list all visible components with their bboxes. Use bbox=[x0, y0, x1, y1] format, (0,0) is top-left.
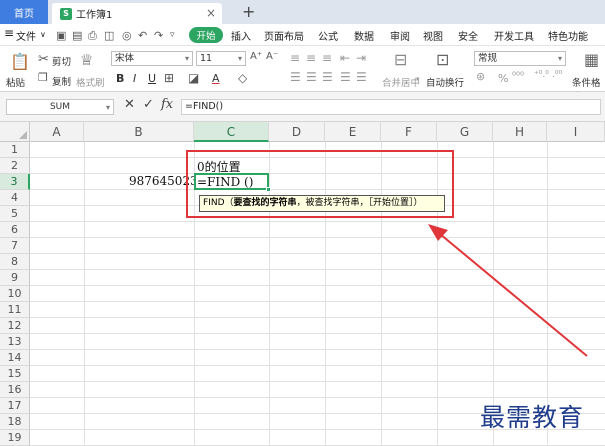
merge-center-button[interactable]: 合并居中 bbox=[382, 75, 420, 89]
number-format-select[interactable]: 常规 ▾ bbox=[474, 51, 566, 66]
chevron-down-icon: ▾ bbox=[184, 54, 189, 63]
thousands-separator-icon[interactable]: ⁰⁰⁰ bbox=[512, 71, 524, 82]
increase-font-icon[interactable]: A⁺ bbox=[250, 51, 262, 62]
undo-icon[interactable]: ↶ bbox=[138, 29, 147, 42]
conditional-format-icon[interactable]: ▦ bbox=[584, 50, 599, 69]
watermark: 最需教育 bbox=[480, 403, 585, 432]
border-icon[interactable]: ⊞ bbox=[164, 71, 174, 85]
chevron-down-icon[interactable]: ▾ bbox=[416, 75, 420, 83]
cut-button[interactable]: 剪切 bbox=[52, 54, 71, 68]
justify-icon[interactable]: ☰ bbox=[340, 70, 351, 84]
tab-home[interactable]: 首页 bbox=[0, 0, 48, 24]
chevron-down-icon[interactable]: ∨ bbox=[40, 30, 46, 39]
merge-cells-icon[interactable]: ⊟ bbox=[394, 50, 407, 69]
percent-button[interactable]: % bbox=[498, 72, 508, 85]
menu-special[interactable]: 特色功能 bbox=[548, 28, 588, 43]
fill-color-icon[interactable]: ◪ bbox=[188, 71, 199, 85]
title-bar: 首页 S 工作簿1 × + bbox=[0, 0, 605, 24]
find-icon[interactable]: ◎ bbox=[122, 29, 132, 42]
cancel-icon[interactable]: ✕ bbox=[124, 97, 135, 112]
formula-input[interactable]: =FIND() bbox=[181, 99, 601, 115]
formula-bar: SUM ▾ ✕ ✓ fx =FIND() bbox=[0, 92, 605, 122]
chevron-down-icon: ▾ bbox=[557, 54, 562, 63]
hamburger-icon[interactable]: ≡ bbox=[4, 26, 14, 40]
number-format-value: 常规 bbox=[478, 53, 498, 64]
chevron-down-icon: ▾ bbox=[237, 54, 242, 63]
close-icon[interactable]: × bbox=[206, 6, 216, 20]
wrap-text-button[interactable]: 自动换行 bbox=[426, 75, 464, 89]
more-icon[interactable]: ▿ bbox=[170, 30, 175, 40]
name-box[interactable]: SUM ▾ bbox=[6, 99, 114, 115]
paste-button[interactable]: 粘贴 bbox=[6, 75, 25, 89]
print-icon[interactable]: ⎙ bbox=[88, 29, 97, 43]
menu-insert[interactable]: 插入 bbox=[231, 28, 251, 43]
indent-decrease-icon[interactable]: ⇤ bbox=[340, 51, 350, 65]
font-size-value: 11 bbox=[200, 53, 213, 64]
tab-workbook[interactable]: S 工作簿1 × bbox=[52, 3, 222, 24]
menu-data[interactable]: 数据 bbox=[354, 28, 374, 43]
confirm-icon[interactable]: ✓ bbox=[143, 97, 154, 112]
align-right-icon[interactable]: ☰ bbox=[322, 70, 333, 84]
eraser-icon[interactable]: ◇ bbox=[238, 71, 247, 85]
ribbon-toolbar: 📋 粘贴 ✂ 剪切 ❐ 复制 ♕ 格式刷 宋体 ▾ 11 ▾ A⁺ A⁻ B I… bbox=[0, 46, 605, 103]
save-icon[interactable]: ▣ bbox=[56, 29, 66, 42]
menu-bar: ≡ 文件 ∨ ▣ ▤ ⎙ ◫ ◎ ↶ ↷ ▿ 开始 插入 页面布局 公式 数据 … bbox=[0, 24, 605, 46]
font-size-select[interactable]: 11 ▾ bbox=[196, 51, 246, 66]
scissors-icon[interactable]: ✂ bbox=[38, 52, 49, 67]
decrease-font-icon[interactable]: A⁻ bbox=[266, 51, 278, 62]
increase-decimal-icon[interactable]: ⁺⁰.⁰ bbox=[534, 70, 549, 80]
insert-function-icon[interactable]: fx bbox=[161, 97, 173, 112]
align-top-icon[interactable]: ≡ bbox=[290, 51, 300, 65]
chevron-down-icon: ▾ bbox=[105, 103, 110, 112]
paste-icon[interactable]: 📋 bbox=[10, 52, 30, 71]
italic-button[interactable]: I bbox=[133, 72, 136, 85]
underline-button[interactable]: U bbox=[148, 72, 156, 85]
align-bottom-icon[interactable]: ≡ bbox=[322, 51, 332, 65]
arrow-shaft bbox=[439, 233, 588, 357]
menu-review[interactable]: 审阅 bbox=[390, 28, 410, 43]
currency-icon[interactable]: ⊛ bbox=[476, 70, 485, 83]
copy-icon[interactable]: ❐ bbox=[38, 71, 48, 84]
menu-security[interactable]: 安全 bbox=[458, 28, 478, 43]
decrease-decimal-icon[interactable]: .⁰⁰ bbox=[552, 70, 562, 80]
menu-view[interactable]: 视图 bbox=[423, 28, 443, 43]
tab-workbook-label: 工作簿1 bbox=[76, 10, 113, 21]
format-painter-icon[interactable]: ♕ bbox=[80, 51, 93, 69]
align-center-icon[interactable]: ☰ bbox=[306, 70, 317, 84]
spreadsheet-grid: A B C D E F G H I 1 2 3 4 5 6 7 8 9 10 1… bbox=[0, 122, 605, 446]
indent-increase-icon[interactable]: ⇥ bbox=[356, 51, 366, 65]
menu-file[interactable]: 文件 bbox=[16, 28, 36, 43]
menu-start[interactable]: 开始 bbox=[189, 27, 223, 43]
align-middle-icon[interactable]: ≡ bbox=[306, 51, 316, 65]
format-painter-button[interactable]: 格式刷 bbox=[76, 75, 105, 89]
wrap-text-icon[interactable]: ⊡ bbox=[436, 50, 449, 69]
add-tab-icon[interactable]: + bbox=[242, 2, 255, 21]
distributed-icon[interactable]: ☰ bbox=[356, 70, 367, 84]
name-box-value: SUM bbox=[49, 102, 71, 112]
bold-button[interactable]: B bbox=[116, 72, 124, 85]
redo-icon[interactable]: ↷ bbox=[154, 29, 163, 42]
copy-button[interactable]: 复制 bbox=[52, 74, 71, 88]
font-name-select[interactable]: 宋体 ▾ bbox=[111, 51, 193, 66]
menu-page-layout[interactable]: 页面布局 bbox=[264, 28, 304, 43]
font-name-value: 宋体 bbox=[115, 53, 135, 64]
menu-developer[interactable]: 开发工具 bbox=[494, 28, 534, 43]
print-preview-icon[interactable]: ◫ bbox=[104, 29, 114, 42]
spreadsheet-icon: S bbox=[60, 7, 72, 20]
export-pdf-icon[interactable]: ▤ bbox=[72, 29, 82, 42]
menu-formulas[interactable]: 公式 bbox=[318, 28, 338, 43]
align-left-icon[interactable]: ☰ bbox=[290, 70, 301, 84]
font-color-button[interactable]: A bbox=[212, 72, 220, 85]
